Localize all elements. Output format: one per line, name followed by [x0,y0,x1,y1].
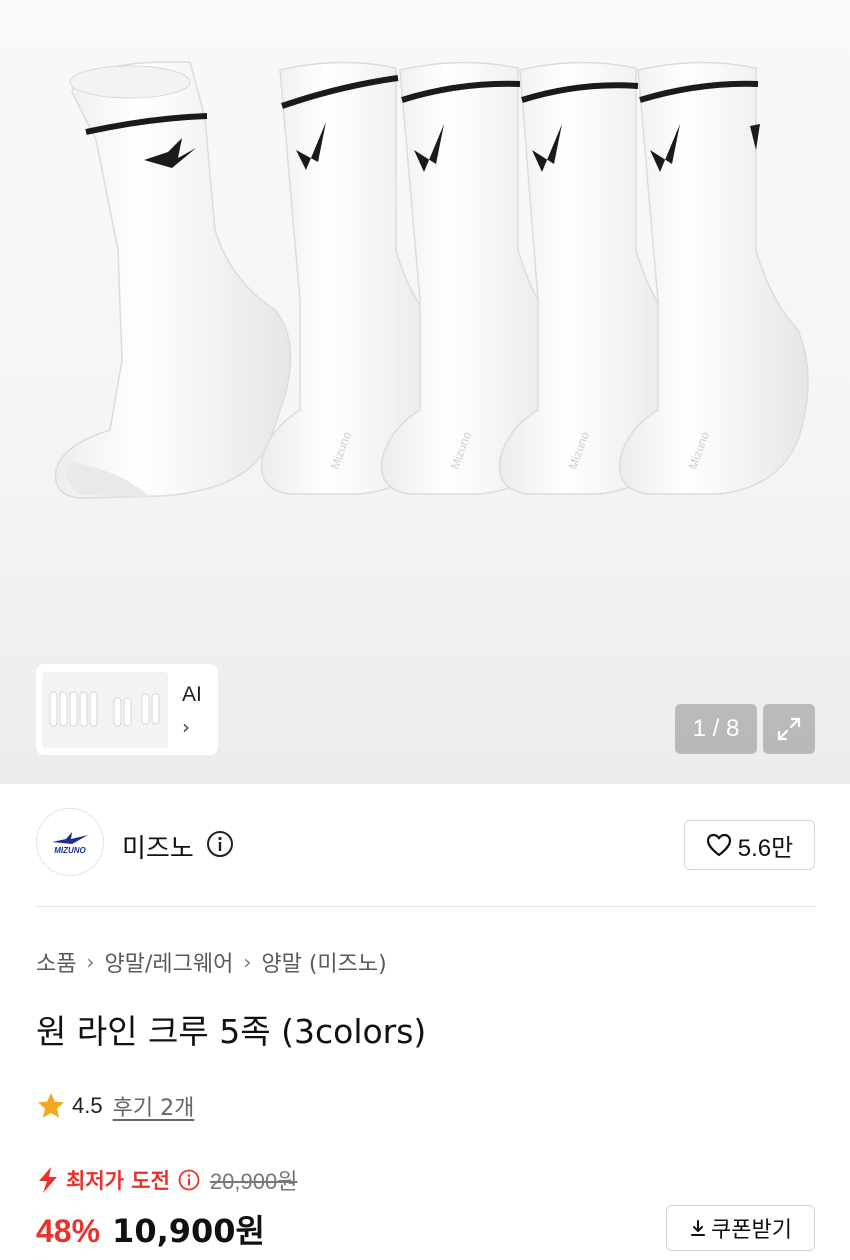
product-image-gallery[interactable]: Mizuno Mizuno Mizuno Mizuno AI › 1 / 8 [0,0,850,784]
rating-value: 4.5 [72,1093,103,1118]
image-counter: 1 / 8 [675,704,757,754]
price-row: 48% 10,900원 [36,1206,265,1252]
mizuno-runbird-logo [52,831,88,844]
download-icon [691,1220,706,1236]
rating-row: 4.5 후기 2개 [36,1090,194,1122]
sale-price: 10,900원 [112,1212,265,1250]
ai-label: AI [182,682,202,706]
ai-thumbnail-card[interactable]: AI › [36,664,218,755]
lightning-icon [39,1167,57,1193]
original-price: 20,900원 [209,1169,298,1194]
chevron-right-icon: › [86,950,95,974]
coupon-label: 쿠폰받기 [711,1218,792,1243]
brand-logo-text: MIZUNO [54,845,86,855]
breadcrumb: 소품 › 양말/레그웨어 › 양말 (미즈노) [36,946,387,978]
brand-name[interactable]: 미즈노 [122,828,194,865]
breadcrumb-item-accessories[interactable]: 소품 [36,946,76,978]
info-icon[interactable] [206,830,234,858]
chevron-right-icon: › [243,950,252,974]
discount-rate: 48% [36,1213,101,1249]
breadcrumb-item-socks-legwear[interactable]: 양말/레그웨어 [104,946,233,978]
expand-icon [777,717,801,741]
like-button[interactable]: 5.6만 [684,820,815,870]
chevron-right-icon: › [182,714,190,739]
product-title: 원 라인 크루 5족 (3colors) [36,1012,427,1051]
get-coupon-button[interactable]: 쿠폰받기 [666,1205,815,1251]
fullscreen-button[interactable] [763,704,815,754]
heart-icon [706,833,731,857]
promo-label: 최저가 도전 [66,1169,170,1193]
lowest-price-promo: 최저가 도전 20,900원 [36,1164,297,1196]
star-icon [38,1093,64,1118]
breadcrumb-item-socks-mizuno[interactable]: 양말 (미즈노) [261,946,386,978]
brand-logo[interactable]: MIZUNO [36,808,104,876]
review-count-link[interactable]: 후기 2개 [113,1090,195,1122]
like-count: 5.6만 [737,834,794,862]
brand-row: MIZUNO 미즈노 5.6만 [36,808,815,880]
divider [36,906,815,907]
thumbnail-image [42,671,168,748]
info-icon[interactable] [178,1169,200,1191]
